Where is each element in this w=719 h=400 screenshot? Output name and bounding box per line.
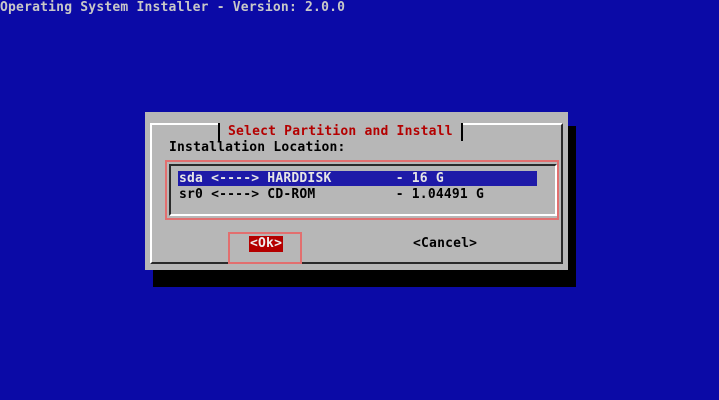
screen-title: Operating System Installer - Version: 2.… [0,0,346,15]
dialog-title: Select Partition and Install [218,123,463,141]
dialog-frame: Select Partition and Install Installatio… [150,123,563,264]
installation-location-label: Installation Location: [169,140,346,155]
partition-dialog: Select Partition and Install Installatio… [145,112,568,270]
ok-button[interactable]: <Ok> [249,236,284,252]
cancel-button[interactable]: <Cancel> [412,236,478,252]
partition-item-sda[interactable]: sda <----> HARDDISK - 16 G [178,171,537,186]
partition-item-sr0[interactable]: sr0 <----> CD-ROM - 1.04491 G [178,187,537,202]
partition-list[interactable]: sda <----> HARDDISK - 16 G sr0 <----> CD… [169,164,557,216]
